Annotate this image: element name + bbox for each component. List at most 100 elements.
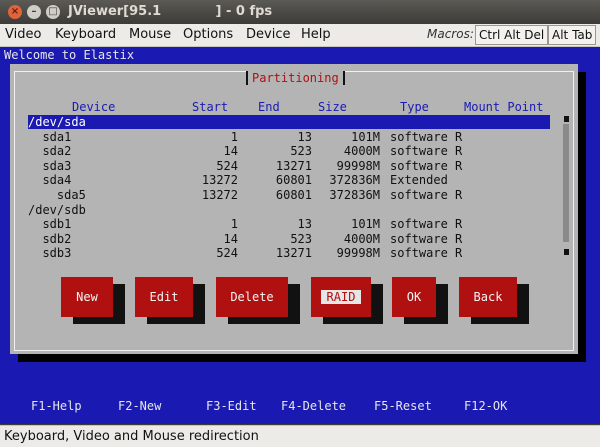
cell-end: 13271 xyxy=(275,246,312,261)
cell-device: sda2 xyxy=(28,144,72,159)
menubar: Video Keyboard Mouse Options Device Help… xyxy=(0,24,600,47)
cell-size: 372836M xyxy=(329,188,380,202)
remote-console[interactable]: Welcome to Elastix Partitioning Device S… xyxy=(0,47,600,424)
cell-size: 99998M xyxy=(336,246,380,261)
fkey-new: F2-New xyxy=(118,399,162,413)
new-button[interactable]: New xyxy=(61,277,113,317)
partition-row[interactable]: sda1 1 13 101M software R xyxy=(28,130,550,144)
col-start: Start xyxy=(192,100,229,114)
macros-label: Macros: xyxy=(427,27,474,41)
menu-mouse[interactable]: Mouse xyxy=(129,27,171,42)
delete-button[interactable]: Delete xyxy=(216,277,288,317)
cell-end: 13 xyxy=(297,129,312,144)
col-mount-point: Mount Point xyxy=(464,100,544,114)
fkey-ok: F12-OK xyxy=(464,399,508,413)
dialog-shadow-bottom xyxy=(18,354,586,362)
cell-start: 13272 xyxy=(201,173,238,188)
statusbar: Keyboard, Video and Mouse redirection xyxy=(0,425,600,447)
cell-start: 14 xyxy=(223,231,238,246)
scroll-down-arrow[interactable] xyxy=(564,249,569,255)
welcome-text: Welcome to Elastix xyxy=(4,48,135,62)
maximize-window-button[interactable]: □ xyxy=(46,5,60,19)
close-window-button[interactable]: × xyxy=(8,5,22,19)
fkey-reset: F5-Reset xyxy=(374,399,432,413)
cell-end: 13 xyxy=(297,217,312,232)
cell-type: software R xyxy=(390,217,463,232)
col-type: Type xyxy=(400,100,429,114)
cell-type: software R xyxy=(390,246,463,261)
raid-button[interactable]: RAID xyxy=(311,277,371,317)
cell-start: 524 xyxy=(216,158,238,173)
col-size: Size xyxy=(318,100,347,114)
partition-row[interactable]: sdb3 524 13271 99998M software R xyxy=(28,246,550,260)
alt-tab-button[interactable]: Alt Tab xyxy=(548,25,597,45)
cell-device: /dev/sdb xyxy=(28,202,86,217)
menu-help[interactable]: Help xyxy=(301,27,331,42)
dialog-shadow-right xyxy=(578,72,586,362)
cell-size: 372836M xyxy=(329,173,380,188)
menu-device[interactable]: Device xyxy=(246,27,290,42)
cell-size: 4000M xyxy=(343,231,380,246)
partition-row[interactable]: /dev/sdb xyxy=(28,203,550,217)
minimize-icon: – xyxy=(31,6,37,17)
cell-device: sdb3 xyxy=(28,246,72,261)
cell-end: 523 xyxy=(290,144,312,159)
cell-size: 99998M xyxy=(336,158,380,173)
cell-device: sda5 xyxy=(28,188,86,202)
cell-type: software R xyxy=(390,188,463,202)
cell-end: 523 xyxy=(290,231,312,246)
fkey-delete: F4-Delete xyxy=(281,399,347,413)
ctrl-alt-del-button[interactable]: Ctrl Alt Del xyxy=(475,25,549,45)
col-device: Device xyxy=(72,100,116,114)
cell-device: sda1 xyxy=(28,129,72,144)
cell-end: 60801 xyxy=(275,173,312,188)
partition-row[interactable]: sda5 13272 60801 372836M software R xyxy=(28,188,550,202)
maximize-icon: □ xyxy=(48,6,58,17)
cell-size: 101M xyxy=(351,217,380,232)
ok-button[interactable]: OK xyxy=(392,277,436,317)
partition-row[interactable]: sda4 13272 60801 372836M Extended xyxy=(28,173,550,187)
edit-button[interactable]: Edit xyxy=(135,277,193,317)
cell-device: sda4 xyxy=(28,173,72,188)
window-titlebar: × – □ JViewer[95.1 ] - 0 fps xyxy=(0,0,600,24)
cell-start: 524 xyxy=(216,246,238,261)
cell-type: software R xyxy=(390,231,463,246)
cell-start: 13272 xyxy=(201,188,238,202)
cell-size: 4000M xyxy=(343,144,380,159)
scroll-up-arrow[interactable] xyxy=(564,116,569,122)
cell-end: 13271 xyxy=(275,158,312,173)
col-end: End xyxy=(258,100,280,114)
partition-row[interactable]: sda2 14 523 4000M software R xyxy=(28,144,550,158)
cell-device: sdb2 xyxy=(28,231,72,246)
partition-row[interactable]: /dev/sda xyxy=(28,115,550,129)
cell-size: 101M xyxy=(351,129,380,144)
cell-end: 60801 xyxy=(275,188,312,202)
cell-device: sda3 xyxy=(28,158,72,173)
window-title: JViewer[95.1 ] - 0 fps xyxy=(68,4,273,19)
list-scrollbar[interactable] xyxy=(563,124,569,242)
back-button[interactable]: Back xyxy=(459,277,517,317)
fkey-edit: F3-Edit xyxy=(206,399,257,413)
dialog-title: Partitioning xyxy=(246,71,345,85)
cell-type: software R xyxy=(390,158,463,173)
dialog-frame: Partitioning Device Start End Size Type … xyxy=(14,71,574,351)
cell-device: sdb1 xyxy=(28,217,72,232)
menu-options[interactable]: Options xyxy=(183,27,233,42)
partition-row[interactable]: sdb2 14 523 4000M software R xyxy=(28,232,550,246)
partition-row[interactable]: sdb1 1 13 101M software R xyxy=(28,217,550,231)
cell-type: software R xyxy=(390,129,463,144)
cell-start: 14 xyxy=(223,144,238,159)
cell-device: /dev/sda xyxy=(28,115,86,129)
cell-start: 1 xyxy=(230,217,238,232)
cell-type: software R xyxy=(390,144,463,159)
partition-row[interactable]: sda3 524 13271 99998M software R xyxy=(28,159,550,173)
cell-start: 1 xyxy=(230,129,238,144)
cell-type: Extended xyxy=(390,173,448,188)
menu-keyboard[interactable]: Keyboard xyxy=(55,27,116,42)
minimize-window-button[interactable]: – xyxy=(27,5,41,19)
menu-video[interactable]: Video xyxy=(5,27,41,42)
close-icon: × xyxy=(10,6,20,17)
partitioning-dialog: Partitioning Device Start End Size Type … xyxy=(10,64,578,354)
fkey-help: F1-Help xyxy=(31,399,82,413)
status-text: Keyboard, Video and Mouse redirection xyxy=(4,429,259,444)
